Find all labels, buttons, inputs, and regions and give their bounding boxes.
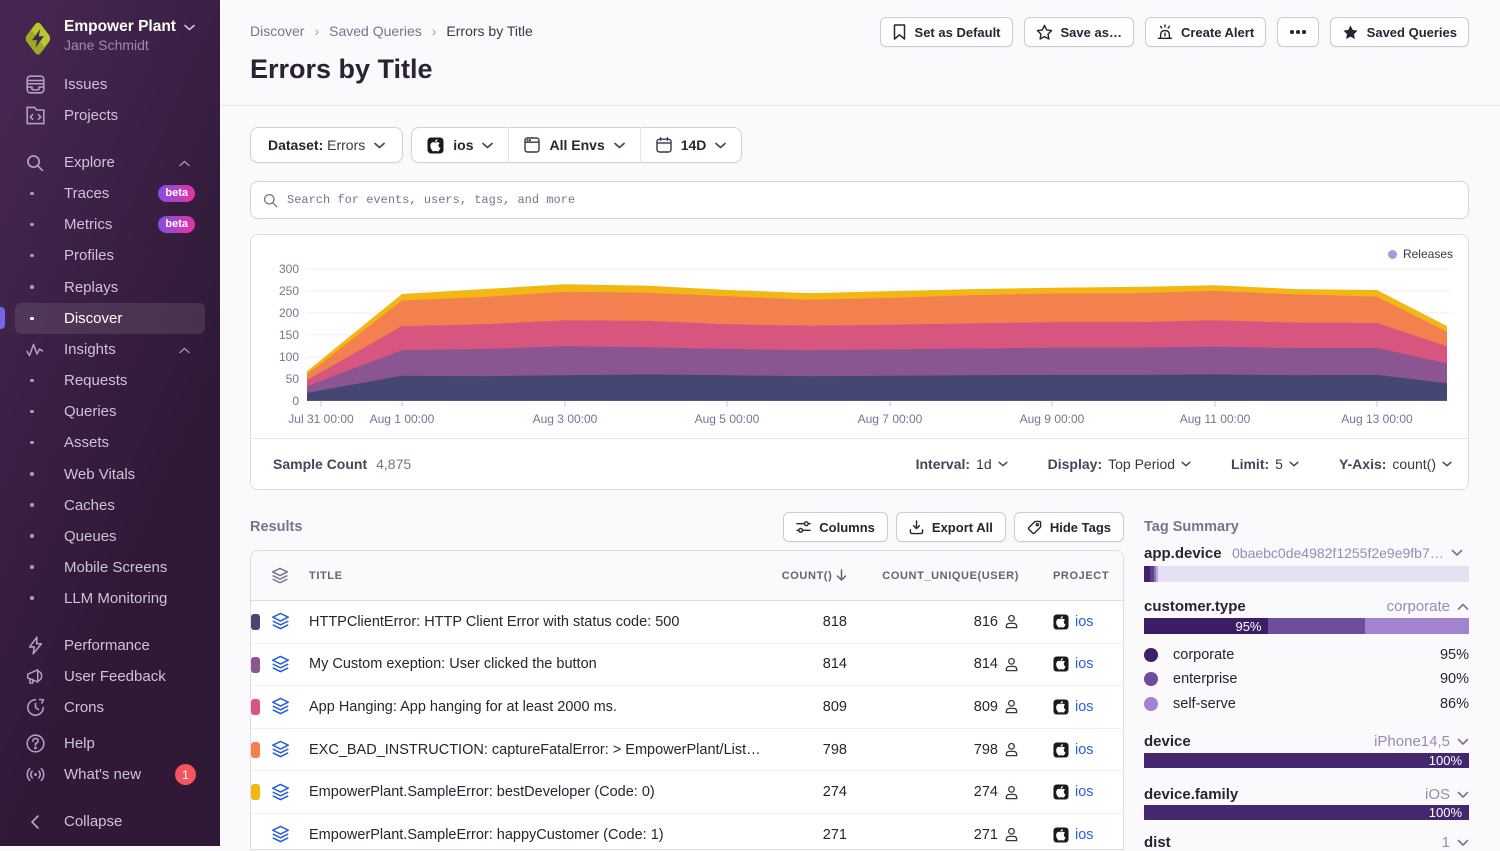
svg-text:Aug 7 00:00: Aug 7 00:00 <box>858 412 923 426</box>
svg-text:250: 250 <box>279 284 299 298</box>
svg-text:Aug 13 00:00: Aug 13 00:00 <box>1341 412 1413 426</box>
svg-text:200: 200 <box>279 306 299 320</box>
svg-text:Aug 1 00:00: Aug 1 00:00 <box>370 412 435 426</box>
svg-text:Aug 11 00:00: Aug 11 00:00 <box>1180 412 1251 426</box>
svg-text:Aug 5 00:00: Aug 5 00:00 <box>695 412 760 426</box>
svg-text:Jul 31 00:00: Jul 31 00:00 <box>288 412 354 426</box>
svg-text:100: 100 <box>279 350 299 364</box>
svg-text:Aug 3 00:00: Aug 3 00:00 <box>533 412 598 426</box>
svg-text:0: 0 <box>292 394 299 408</box>
svg-text:Aug 9 00:00: Aug 9 00:00 <box>1020 412 1085 426</box>
svg-text:300: 300 <box>279 262 299 276</box>
svg-text:150: 150 <box>279 328 299 342</box>
svg-text:50: 50 <box>286 372 300 386</box>
